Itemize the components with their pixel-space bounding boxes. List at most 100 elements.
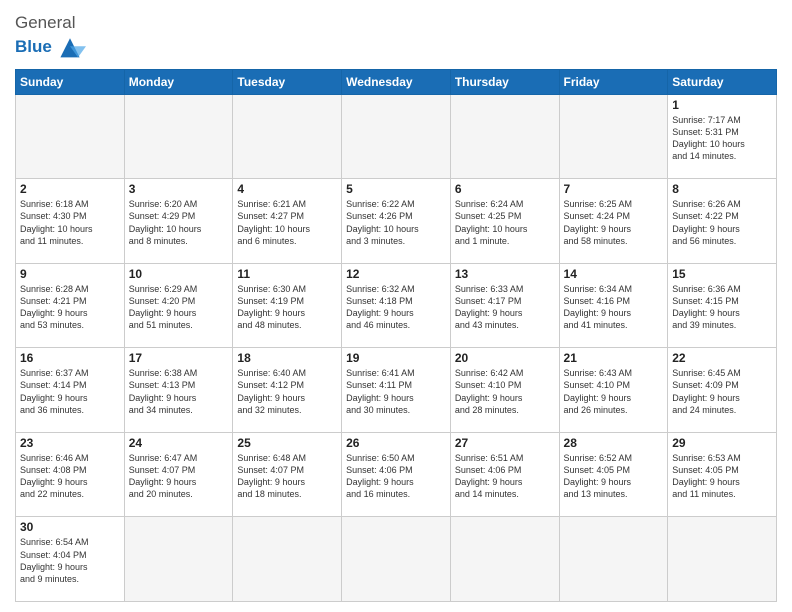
calendar-cell xyxy=(233,517,342,602)
calendar-cell: 30Sunrise: 6:54 AM Sunset: 4:04 PM Dayli… xyxy=(16,517,125,602)
week-row-6: 30Sunrise: 6:54 AM Sunset: 4:04 PM Dayli… xyxy=(16,517,777,602)
calendar-cell: 26Sunrise: 6:50 AM Sunset: 4:06 PM Dayli… xyxy=(342,432,451,517)
weekday-header-saturday: Saturday xyxy=(668,69,777,94)
header: General Blue xyxy=(15,10,777,61)
calendar-cell xyxy=(124,94,233,179)
day-info: Sunrise: 6:20 AM Sunset: 4:29 PM Dayligh… xyxy=(129,198,229,247)
logo-icon xyxy=(54,33,86,61)
logo-general: General xyxy=(15,13,75,32)
calendar-table: SundayMondayTuesdayWednesdayThursdayFrid… xyxy=(15,69,777,602)
calendar-cell: 23Sunrise: 6:46 AM Sunset: 4:08 PM Dayli… xyxy=(16,432,125,517)
calendar-cell: 24 Sunrise: 6:47 AM Sunset: 4:07 PM Dayli… xyxy=(124,432,233,517)
calendar-cell xyxy=(559,94,668,179)
day-number: 23 xyxy=(20,436,120,450)
day-info: Sunrise: 6:33 AM Sunset: 4:17 PM Dayligh… xyxy=(455,283,555,332)
day-info: Sunrise: 6:52 AM Sunset: 4:05 PM Dayligh… xyxy=(564,452,664,501)
week-row-4: 16 Sunrise: 6:37 AM Sunset: 4:14 PM Dayli… xyxy=(16,348,777,433)
day-number: 27 xyxy=(455,436,555,450)
calendar-cell: 19Sunrise: 6:41 AM Sunset: 4:11 PM Dayli… xyxy=(342,348,451,433)
weekday-header-tuesday: Tuesday xyxy=(233,69,342,94)
day-info: Sunrise: 6:50 AM Sunset: 4:06 PM Dayligh… xyxy=(346,452,446,501)
calendar-cell xyxy=(342,94,451,179)
day-number: 8 xyxy=(672,182,772,196)
day-info: Sunrise: 6:24 AM Sunset: 4:25 PM Dayligh… xyxy=(455,198,555,247)
day-info: Sunrise: 6:32 AM Sunset: 4:18 PM Dayligh… xyxy=(346,283,446,332)
day-info: Sunrise: 6:53 AM Sunset: 4:05 PM Dayligh… xyxy=(672,452,772,501)
day-info: Sunrise: 6:25 AM Sunset: 4:24 PM Dayligh… xyxy=(564,198,664,247)
day-info: Sunrise: 7:17 AM Sunset: 5:31 PM Dayligh… xyxy=(672,114,772,163)
day-number: 16 xyxy=(20,351,120,365)
day-number: 29 xyxy=(672,436,772,450)
calendar-cell xyxy=(124,517,233,602)
calendar-cell: 12Sunrise: 6:32 AM Sunset: 4:18 PM Dayli… xyxy=(342,263,451,348)
calendar-cell: 14Sunrise: 6:34 AM Sunset: 4:16 PM Dayli… xyxy=(559,263,668,348)
day-info: Sunrise: 6:40 AM Sunset: 4:12 PM Dayligh… xyxy=(237,367,337,416)
week-row-1: 1 Sunrise: 7:17 AM Sunset: 5:31 PM Daylig… xyxy=(16,94,777,179)
day-info: Sunrise: 6:18 AM Sunset: 4:30 PM Dayligh… xyxy=(20,198,120,247)
day-number: 20 xyxy=(455,351,555,365)
weekday-header-friday: Friday xyxy=(559,69,668,94)
day-number: 19 xyxy=(346,351,446,365)
logo-blue: Blue xyxy=(15,37,52,57)
calendar-cell: 6 Sunrise: 6:24 AM Sunset: 4:25 PM Daylig… xyxy=(450,179,559,264)
logo: General Blue xyxy=(15,14,86,61)
calendar-cell: 7 Sunrise: 6:25 AM Sunset: 4:24 PM Daylig… xyxy=(559,179,668,264)
calendar-cell: 25 Sunrise: 6:48 AM Sunset: 4:07 PM Dayli… xyxy=(233,432,342,517)
calendar-cell xyxy=(233,94,342,179)
day-info: Sunrise: 6:54 AM Sunset: 4:04 PM Dayligh… xyxy=(20,536,120,585)
day-number: 7 xyxy=(564,182,664,196)
calendar-cell: 21Sunrise: 6:43 AM Sunset: 4:10 PM Dayli… xyxy=(559,348,668,433)
calendar-cell: 3 Sunrise: 6:20 AM Sunset: 4:29 PM Daylig… xyxy=(124,179,233,264)
calendar-cell: 28Sunrise: 6:52 AM Sunset: 4:05 PM Dayli… xyxy=(559,432,668,517)
calendar-cell: 18Sunrise: 6:40 AM Sunset: 4:12 PM Dayli… xyxy=(233,348,342,433)
day-number: 3 xyxy=(129,182,229,196)
calendar-cell xyxy=(450,517,559,602)
day-info: Sunrise: 6:36 AM Sunset: 4:15 PM Dayligh… xyxy=(672,283,772,332)
day-info: Sunrise: 6:30 AM Sunset: 4:19 PM Dayligh… xyxy=(237,283,337,332)
day-info: Sunrise: 6:45 AM Sunset: 4:09 PM Dayligh… xyxy=(672,367,772,416)
day-info: Sunrise: 6:26 AM Sunset: 4:22 PM Dayligh… xyxy=(672,198,772,247)
calendar-cell: 11Sunrise: 6:30 AM Sunset: 4:19 PM Dayli… xyxy=(233,263,342,348)
calendar-cell: 5Sunrise: 6:22 AM Sunset: 4:26 PM Daylig… xyxy=(342,179,451,264)
calendar-cell: 20 Sunrise: 6:42 AM Sunset: 4:10 PM Dayli… xyxy=(450,348,559,433)
day-info: Sunrise: 6:47 AM Sunset: 4:07 PM Dayligh… xyxy=(129,452,229,501)
day-info: Sunrise: 6:43 AM Sunset: 4:10 PM Dayligh… xyxy=(564,367,664,416)
day-number: 17 xyxy=(129,351,229,365)
calendar-cell: 1 Sunrise: 7:17 AM Sunset: 5:31 PM Daylig… xyxy=(668,94,777,179)
day-number: 5 xyxy=(346,182,446,196)
day-number: 22 xyxy=(672,351,772,365)
day-number: 2 xyxy=(20,182,120,196)
day-number: 4 xyxy=(237,182,337,196)
calendar-cell xyxy=(668,517,777,602)
day-number: 14 xyxy=(564,267,664,281)
weekday-header-sunday: Sunday xyxy=(16,69,125,94)
calendar-cell: 13 Sunrise: 6:33 AM Sunset: 4:17 PM Dayli… xyxy=(450,263,559,348)
day-info: Sunrise: 6:37 AM Sunset: 4:14 PM Dayligh… xyxy=(20,367,120,416)
day-info: Sunrise: 6:42 AM Sunset: 4:10 PM Dayligh… xyxy=(455,367,555,416)
calendar-cell: 4 Sunrise: 6:21 AM Sunset: 4:27 PM Daylig… xyxy=(233,179,342,264)
calendar-cell: 29 Sunrise: 6:53 AM Sunset: 4:05 PM Dayli… xyxy=(668,432,777,517)
calendar-page: General Blue SundayMondayTuesdayWednesda… xyxy=(0,0,792,612)
day-number: 25 xyxy=(237,436,337,450)
calendar-cell: 2 Sunrise: 6:18 AM Sunset: 4:30 PM Daylig… xyxy=(16,179,125,264)
calendar-cell: 15 Sunrise: 6:36 AM Sunset: 4:15 PM Dayli… xyxy=(668,263,777,348)
calendar-cell: 9Sunrise: 6:28 AM Sunset: 4:21 PM Daylig… xyxy=(16,263,125,348)
calendar-cell: 27Sunrise: 6:51 AM Sunset: 4:06 PM Dayli… xyxy=(450,432,559,517)
day-info: Sunrise: 6:48 AM Sunset: 4:07 PM Dayligh… xyxy=(237,452,337,501)
day-number: 6 xyxy=(455,182,555,196)
day-number: 24 xyxy=(129,436,229,450)
day-number: 13 xyxy=(455,267,555,281)
day-info: Sunrise: 6:29 AM Sunset: 4:20 PM Dayligh… xyxy=(129,283,229,332)
calendar-cell: 22 Sunrise: 6:45 AM Sunset: 4:09 PM Dayli… xyxy=(668,348,777,433)
day-number: 15 xyxy=(672,267,772,281)
calendar-cell: 8 Sunrise: 6:26 AM Sunset: 4:22 PM Daylig… xyxy=(668,179,777,264)
day-info: Sunrise: 6:38 AM Sunset: 4:13 PM Dayligh… xyxy=(129,367,229,416)
weekday-header-row: SundayMondayTuesdayWednesdayThursdayFrid… xyxy=(16,69,777,94)
day-info: Sunrise: 6:21 AM Sunset: 4:27 PM Dayligh… xyxy=(237,198,337,247)
day-number: 1 xyxy=(672,98,772,112)
weekday-header-thursday: Thursday xyxy=(450,69,559,94)
weekday-header-wednesday: Wednesday xyxy=(342,69,451,94)
day-number: 10 xyxy=(129,267,229,281)
day-info: Sunrise: 6:28 AM Sunset: 4:21 PM Dayligh… xyxy=(20,283,120,332)
calendar-cell: 16 Sunrise: 6:37 AM Sunset: 4:14 PM Dayli… xyxy=(16,348,125,433)
